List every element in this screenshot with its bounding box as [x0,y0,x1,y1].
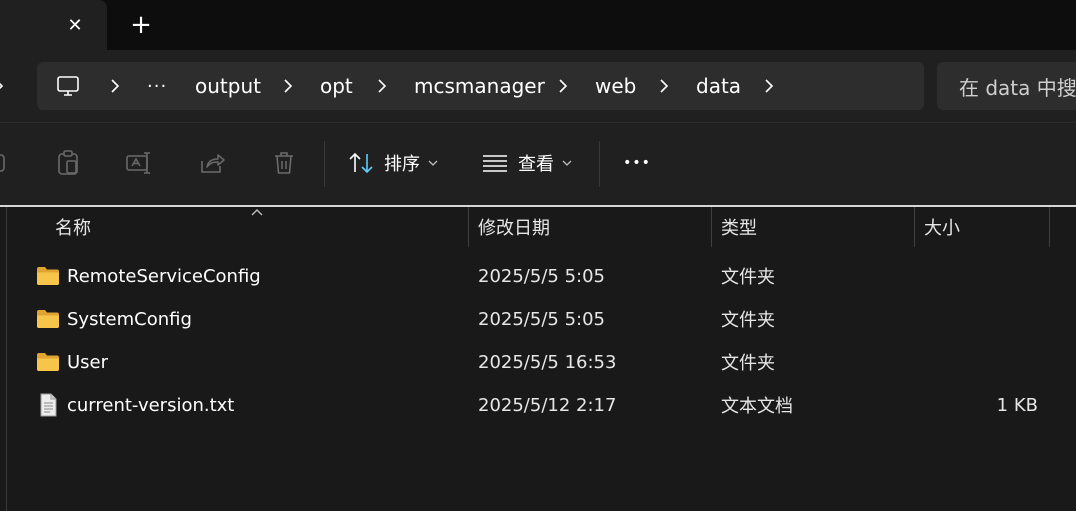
close-icon: ✕ [67,14,83,36]
address-bar[interactable]: ··· output opt mcsmanager web data [37,62,924,110]
trash-icon [275,152,293,174]
breadcrumb-chevron[interactable] [278,62,298,110]
sort-label: 排序 [384,154,420,175]
file-type: 文件夹 [721,267,775,288]
column-resize-handle[interactable] [468,207,469,247]
share-icon [201,154,225,173]
folder-icon [37,267,59,285]
file-row-current-version[interactable]: current-version.txt 2025/5/12 2:17 文本文档 … [20,384,1060,426]
toolbar-divider [599,141,600,187]
file-date: 2025/5/5 16:53 [478,351,617,373]
file-row-user[interactable]: User 2025/5/5 16:53 文件夹 [20,341,1060,383]
folder-icon [37,353,59,371]
view-list-icon [483,155,507,172]
search-input[interactable]: 在 data 中搜索 [937,62,1076,110]
file-row-systemconfig[interactable]: SystemConfig 2025/5/5 5:05 文件夹 [20,298,1060,340]
breadcrumb-overflow[interactable]: ··· [147,62,167,110]
breadcrumb-mcsmanager[interactable]: mcsmanager [414,62,545,110]
column-resize-handle[interactable] [914,207,915,247]
breadcrumb-data[interactable]: data [696,62,741,110]
paste-button[interactable] [52,143,84,183]
this-pc-icon[interactable] [56,74,80,98]
file-type: 文件夹 [721,353,775,374]
plus-icon: + [130,10,152,40]
file-name: SystemConfig [67,308,192,330]
chevron-right-icon [378,79,387,93]
breadcrumb-output[interactable]: output [195,62,261,110]
more-horizontal-icon: ··· [147,75,168,97]
delete-button[interactable] [268,143,300,183]
file-name: User [67,351,109,373]
column-resize-handle[interactable] [711,207,712,247]
breadcrumb-chevron[interactable] [372,62,392,110]
chevron-down-icon [562,160,572,166]
chevron-right-icon [111,79,120,93]
close-tab-button[interactable]: ✕ [62,10,88,40]
column-resize-handle[interactable] [1049,207,1050,247]
file-date: 2025/5/5 5:05 [478,265,605,287]
share-button[interactable] [196,143,228,183]
chevron-right-icon [284,79,293,93]
file-list: 名称 修改日期 类型 大小 RemoteServiceConfig 2025/5… [0,207,1076,511]
file-date: 2025/5/5 5:05 [478,308,605,330]
chevron-right-icon [765,79,774,93]
more-icon: ••• [623,155,651,171]
breadcrumb-chevron[interactable] [759,62,779,110]
column-header-date[interactable]: 修改日期 [478,207,550,247]
view-button[interactable]: 查看 [482,143,572,183]
file-size: 1 KB [996,394,1038,416]
sort-icon [349,152,373,174]
file-type: 文件夹 [721,310,775,331]
rename-icon [126,152,150,174]
file-type: 文本文档 [721,396,793,417]
file-name: RemoteServiceConfig [67,265,261,287]
back-arrow-icon[interactable] [0,78,4,94]
breadcrumb-web[interactable]: web [595,62,636,110]
column-header-type[interactable]: 类型 [721,207,757,247]
copy-button[interactable] [0,143,10,183]
new-tab-button[interactable]: + [126,10,156,40]
active-tab[interactable]: ✕ [0,0,107,50]
breadcrumb-opt[interactable]: opt [320,62,353,110]
breadcrumb-chevron[interactable] [654,62,674,110]
paste-icon [58,150,78,175]
breadcrumb-chevron[interactable] [105,62,125,110]
toolbar-divider [324,141,325,187]
chevron-down-icon [428,160,438,166]
address-bar-area: ··· output opt mcsmanager web data 在 dat… [0,50,1076,122]
folder-icon [37,310,59,328]
command-bar: 排序 查看 ••• [0,122,1076,206]
sort-button[interactable]: 排序 [348,143,438,183]
pane-border [6,207,7,511]
breadcrumb-chevron[interactable] [553,62,573,110]
text-file-icon [40,393,57,417]
chevron-right-icon [559,79,568,93]
file-row-remoteserviceconfig[interactable]: RemoteServiceConfig 2025/5/5 5:05 文件夹 [20,255,1060,297]
view-label: 查看 [518,154,554,175]
more-options-button[interactable]: ••• [618,143,656,183]
file-name: current-version.txt [67,394,235,416]
file-date: 2025/5/12 2:17 [478,394,617,416]
copy-icon [0,154,5,172]
column-header-size[interactable]: 大小 [924,207,960,247]
column-header-name[interactable]: 名称 [55,207,91,247]
rename-button[interactable] [124,143,156,183]
tab-strip: ✕ + [0,0,1076,50]
search-placeholder: 在 data 中搜索 [959,75,1076,100]
sort-up-caret-icon [251,209,263,216]
chevron-right-icon [660,79,669,93]
